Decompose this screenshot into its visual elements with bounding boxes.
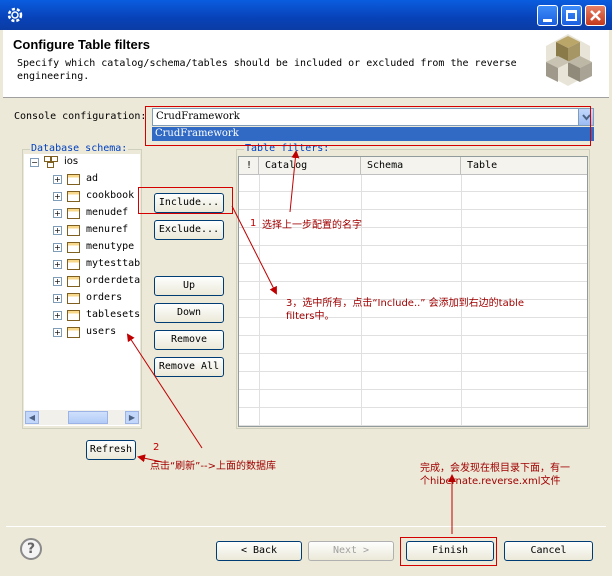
annotation-2-text: 点击“刷新”-->上面的数据库	[150, 461, 276, 472]
annotation-arrows	[126, 150, 456, 534]
annotation-3-text-line2: filters中。	[286, 311, 335, 322]
annotation-1-text: 选择上一步配置的名字	[262, 220, 362, 231]
annotation-2-number: 2	[153, 442, 160, 453]
annotation-4-text-line2: 个hibernate.reverse.xml文件	[420, 476, 561, 487]
annotation-1-number: 1	[250, 218, 257, 229]
